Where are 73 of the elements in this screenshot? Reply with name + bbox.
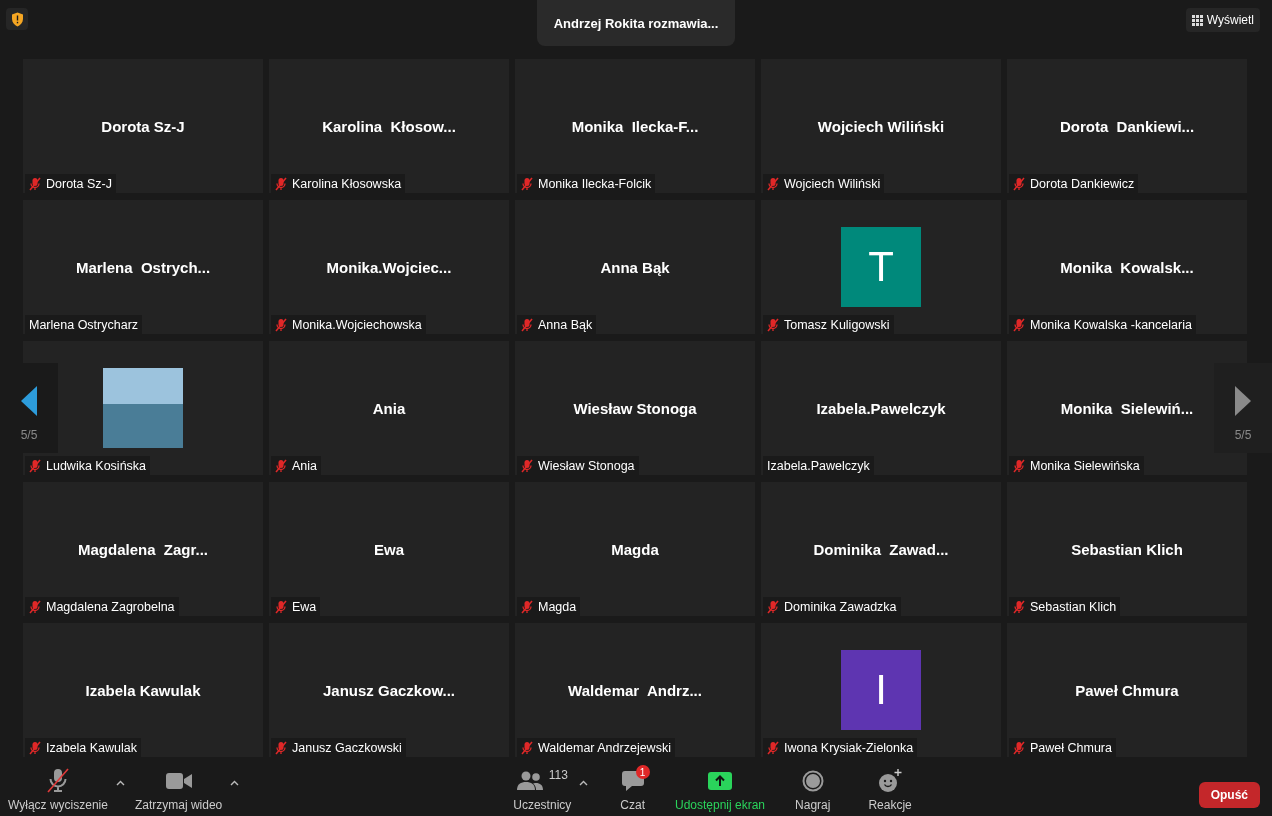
participant-label: Monika.Wojciechowska	[292, 317, 422, 332]
participant-name: Anna Bąk	[600, 258, 670, 276]
record-button[interactable]: Nagraj	[791, 760, 835, 816]
participant-count: 113	[548, 768, 568, 782]
mic-button[interactable]: Wyłącz wyciszenie	[4, 760, 112, 816]
participant-name: Monika.Wojciec...	[326, 258, 452, 276]
video-button[interactable]: Zatrzymaj wideo	[130, 760, 227, 816]
caret-icon[interactable]	[579, 780, 589, 786]
participant-name: Waldemar Andrz...	[568, 681, 702, 699]
active-speaker-banner: Andrzej Rokita rozmawia...	[536, 0, 736, 46]
record-icon	[801, 769, 824, 792]
chat-button[interactable]: 1 Czat	[616, 760, 649, 816]
participant-name: Wojciech Wiliński	[817, 117, 945, 135]
participant-label: Waldemar Andrzejewski	[538, 740, 671, 755]
participant-label: Dorota Dankiewicz	[1030, 176, 1135, 191]
participant-label: Anna Bąk	[538, 317, 593, 332]
people-icon	[516, 770, 543, 791]
caret-icon[interactable]	[230, 780, 240, 786]
participant-name: Janusz Gaczkow...	[323, 681, 455, 699]
participant-name: Izabela.Pawelczyk	[816, 399, 946, 417]
smiley-plus-icon	[878, 768, 903, 793]
participant-name: Monika Ilecka-F...	[571, 117, 699, 135]
participant-name: Karolina Kłosow...	[322, 117, 456, 135]
participant-name: Paweł Chmura	[1075, 681, 1179, 699]
video-camera-icon	[165, 771, 192, 790]
participant-label: Tomasz Kuligowski	[784, 317, 890, 332]
participant-name: Izabela Kawulak	[85, 681, 201, 699]
participant-label: Ewa	[292, 599, 317, 614]
participant-label: Ludwika Kosińska	[46, 458, 147, 473]
participant-label: Magdalena Zagrobelna	[46, 599, 175, 614]
unread-badge: 1	[635, 765, 650, 779]
reactions-button[interactable]: Reakcje	[864, 760, 916, 816]
participant-name: Ewa	[374, 540, 404, 558]
participant-label: Monika Ilecka-Folcik	[538, 176, 652, 191]
participant-label: Marlena Ostrycharz	[29, 317, 139, 332]
participant-label: Magda	[538, 599, 577, 614]
participant-name: Dorota Sz-J	[101, 117, 185, 135]
initial-avatar: T	[841, 227, 921, 307]
participant-label: Sebastian Klich	[1030, 599, 1117, 614]
leave-button[interactable]: Opuść	[1198, 782, 1260, 808]
participant-name: Ania	[372, 399, 406, 417]
participant-name: Dorota Dankiewi...	[1059, 117, 1195, 135]
participant-label: Monika Kowalska -kancelaria	[1030, 317, 1192, 332]
initial-avatar: I	[841, 650, 921, 730]
participant-label: Monika Sielewińska	[1030, 458, 1140, 473]
participant-name: Wiesław Stonoga	[573, 399, 697, 417]
participant-label: Dorota Sz-J	[46, 176, 112, 191]
shield-icon	[10, 11, 24, 27]
participant-label: Dominika Zawadzka	[784, 599, 897, 614]
participant-label: Ania	[292, 458, 318, 473]
security-button[interactable]	[6, 8, 28, 30]
participant-label: Izabela Kawulak	[46, 740, 138, 755]
participant-label: Wojciech Wiliński	[784, 176, 881, 191]
participant-name: Monika Kowalsk...	[1060, 258, 1194, 276]
participants-button[interactable]: 113 Uczestnicy	[509, 760, 576, 816]
share-screen-icon	[708, 771, 732, 790]
grid-icon	[1191, 14, 1203, 26]
participant-label: Paweł Chmura	[1030, 740, 1112, 755]
share-button[interactable]: Udostępnij ekran	[671, 760, 770, 816]
participant-name: Dominika Zawad...	[813, 540, 949, 558]
participant-name: Magdalena Zagr...	[77, 540, 208, 558]
participant-label: Izabela.Pawelczyk	[767, 458, 870, 473]
participant-label: Janusz Gaczkowski	[292, 740, 402, 755]
participant-label: Karolina Kłosowska	[292, 176, 402, 191]
next-page-button[interactable]: 5/5	[1214, 363, 1272, 453]
participant-name: Monika Sielewiń...	[1060, 399, 1194, 417]
participant-label: Wiesław Stonoga	[538, 458, 635, 473]
participant-label: Iwona Krysiak-Zielonka	[784, 740, 914, 755]
participant-name: Sebastian Klich	[1071, 540, 1183, 558]
view-button[interactable]: Wyświetl	[1185, 8, 1260, 32]
participant-name: Magda	[611, 540, 659, 558]
participant-name: Marlena Ostrych...	[75, 258, 211, 276]
caret-icon[interactable]	[115, 780, 125, 786]
